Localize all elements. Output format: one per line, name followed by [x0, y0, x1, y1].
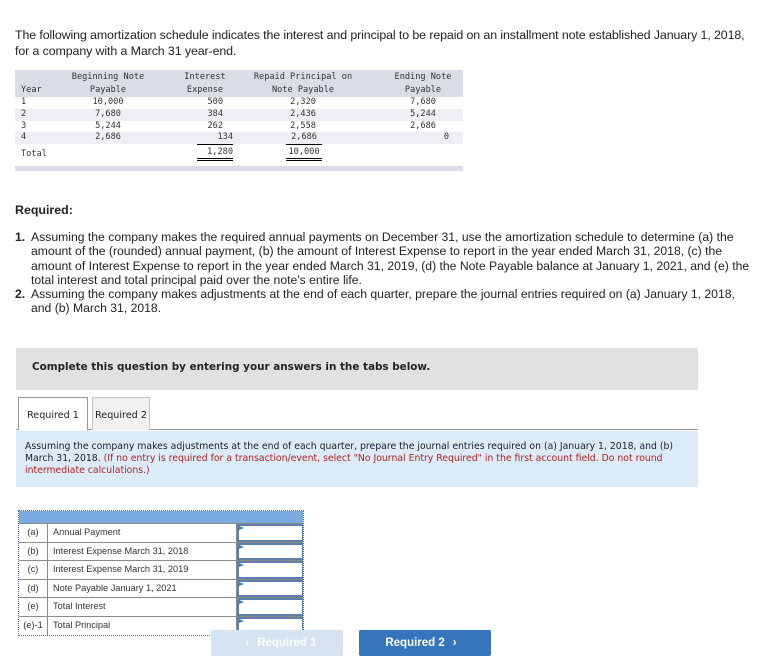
answer-description: Total Interest [48, 598, 237, 616]
header-beginning-l1: Beginning Note [71, 72, 145, 82]
answer-label: (e)-1 [19, 616, 48, 635]
cell-interest: 262 [207, 120, 223, 131]
prev-required-1-button[interactable]: ‹ Required 1 [211, 630, 343, 656]
answer-row: (b) Interest Expense March 31, 2018 [19, 541, 303, 561]
cell-beginning: 7,680 [95, 108, 121, 119]
required-item-text: Assuming the company makes the required … [31, 230, 750, 287]
next-button-label: Required 2 [385, 637, 445, 649]
schedule-footer-bar [15, 166, 463, 172]
cell-beginning: 5,244 [95, 120, 121, 131]
answer-row: (d) Note Payable January 1, 2021 [19, 578, 303, 598]
header-ending-l1: Ending Note [394, 72, 452, 82]
required-item-number: 2. [15, 287, 26, 302]
answer-label: (c) [19, 561, 48, 579]
cell-year: 3 [21, 120, 27, 131]
answer-table: (a) Annual Payment (b) Interest Expense … [18, 510, 304, 636]
chevron-right-icon: › [452, 637, 457, 649]
tab-required-1[interactable]: Required 1 [18, 397, 88, 431]
answer-input-cell[interactable] [237, 598, 303, 616]
cell-ending: 0 [443, 132, 449, 143]
header-year: Year [21, 85, 42, 95]
header-interest-l1: Interest [184, 72, 226, 82]
required-item-1: 1. Assuming the company makes the requir… [15, 230, 757, 287]
required-title: Required: [15, 203, 73, 217]
note-payable-2021-input[interactable] [239, 581, 302, 596]
answer-label: (a) [19, 524, 48, 542]
answer-input-cell[interactable] [237, 542, 303, 561]
header-ending-l2: Payable [404, 85, 442, 95]
cell-year: 1 [21, 97, 27, 107]
cell-interest: 500 [207, 97, 223, 107]
tab-required-2[interactable]: Required 2 [92, 397, 150, 430]
schedule-row: 1 10,000 500 2,320 7,680 [15, 97, 463, 109]
answer-row: (a) Annual Payment [19, 523, 303, 542]
answer-table-header [19, 511, 303, 523]
schedule-header: Year Beginning Note Payable Interest Exp… [15, 70, 463, 97]
next-required-2-button[interactable]: Required 2 › [359, 630, 491, 656]
schedule-row: 4 2,686 134 2,686 0 [15, 132, 463, 146]
answer-description: Interest Expense March 31, 2019 [48, 561, 237, 579]
header-beginning-l2: Payable [89, 85, 127, 95]
answer-description: Annual Payment [48, 524, 237, 542]
header-repaid-l1: Repaid Principal on [253, 72, 353, 82]
required-item-2: 2. Assuming the company makes adjustment… [15, 287, 757, 316]
intro-text: The following amortization schedule indi… [15, 28, 745, 58]
interest-2019-input[interactable] [239, 563, 302, 577]
answer-input-cell[interactable] [237, 579, 303, 598]
answer-input-cell[interactable] [237, 524, 303, 542]
cell-beginning: 2,686 [95, 132, 121, 143]
tab-instructions: Assuming the company makes adjustments a… [16, 431, 698, 487]
schedule-row: 3 5,244 262 2,558 2,686 [15, 121, 463, 133]
cell-ending: 7,680 [410, 97, 436, 107]
required-list: 1. Assuming the company makes the requir… [15, 230, 757, 316]
cell-repaid: 2,320 [290, 97, 316, 107]
total-interest-input[interactable] [239, 600, 302, 614]
instruction-text: Complete this question by entering your … [32, 361, 431, 373]
answer-description: Interest Expense March 31, 2018 [48, 542, 237, 561]
cell-ending: 2,686 [410, 120, 436, 131]
tab-bar: Required 1 Required 2 [16, 397, 698, 431]
answer-input-cell[interactable] [237, 561, 303, 579]
note-warning-text: (If no entry is required for a transacti… [25, 453, 663, 476]
schedule-total-row: Total 1,280 10,000 [15, 144, 463, 164]
cell-interest: 384 [207, 108, 223, 119]
header-interest-l2: Expense [186, 85, 224, 95]
cell-beginning: 10,000 [92, 97, 124, 107]
prev-button-label: Required 1 [257, 637, 317, 649]
instruction-banner: Complete this question by entering your … [16, 348, 698, 390]
answer-row: (c) Interest Expense March 31, 2019 [19, 560, 303, 579]
answer-label: (d) [19, 579, 48, 598]
annual-payment-input[interactable] [239, 526, 302, 540]
chevron-left-icon: ‹ [245, 637, 250, 649]
amortization-schedule: Year Beginning Note Payable Interest Exp… [15, 70, 463, 172]
total-interest: 1,280 [197, 146, 233, 162]
interest-2018-input[interactable] [239, 544, 302, 559]
schedule-row: 2 7,680 384 2,436 5,244 [15, 108, 463, 121]
answer-label: (b) [19, 542, 48, 561]
answer-label: (e) [19, 598, 48, 616]
total-repaid: 10,000 [286, 146, 322, 162]
cell-year: 2 [21, 108, 27, 119]
required-item-number: 1. [15, 230, 26, 244]
cell-repaid: 2,558 [290, 120, 316, 131]
header-repaid-l2: Note Payable [271, 85, 335, 95]
answer-description: Note Payable January 1, 2021 [48, 579, 237, 598]
cell-ending: 5,244 [410, 108, 436, 119]
cell-repaid: 2,436 [290, 108, 316, 119]
cell-year: 4 [21, 132, 27, 143]
answer-row: (e) Total Interest [19, 597, 303, 616]
answer-description: Total Principal [48, 616, 237, 635]
total-label: Total [21, 149, 47, 160]
required-item-text: Assuming the company makes adjustments a… [31, 287, 735, 316]
